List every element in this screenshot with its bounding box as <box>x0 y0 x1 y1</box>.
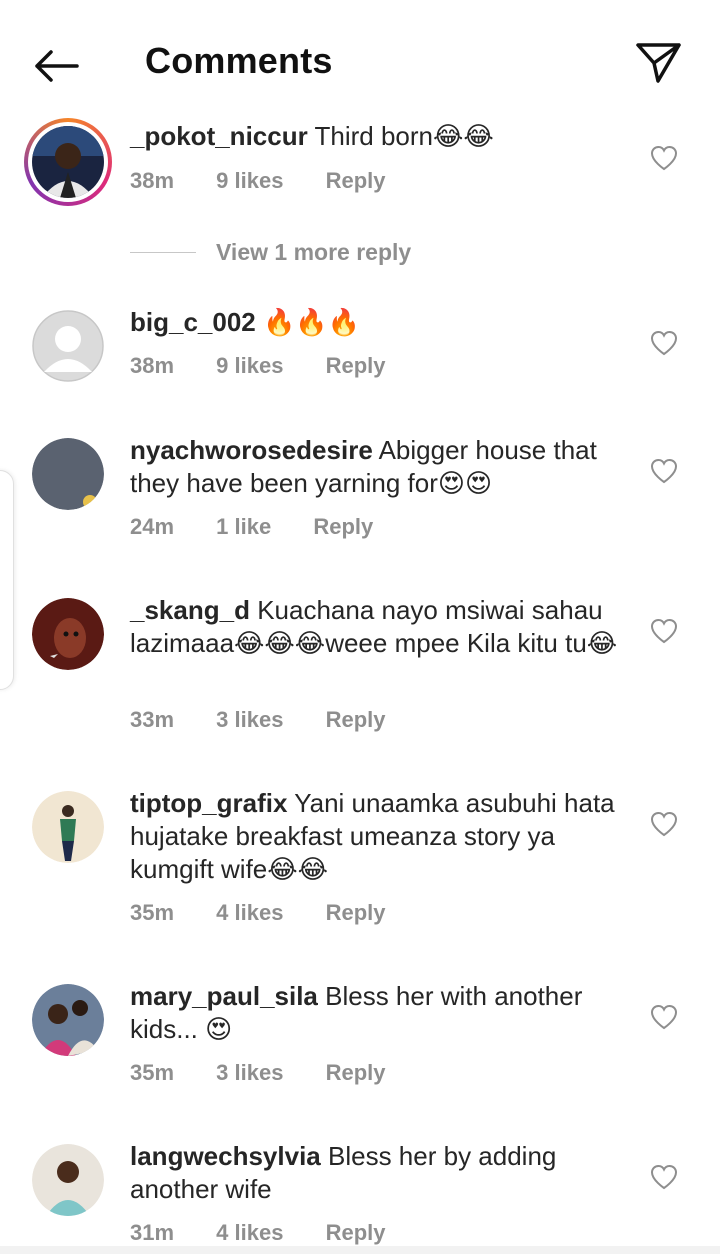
comment-username[interactable]: langwechsylvia <box>130 1141 321 1171</box>
avatar[interactable] <box>32 438 104 510</box>
heart-outline-icon[interactable] <box>650 1164 678 1190</box>
comment-likes[interactable]: 3 likes <box>216 1060 283 1086</box>
heart-outline-icon[interactable] <box>650 1004 678 1030</box>
comment-text: _skang_d Kuachana nayo msiwai sahau lazi… <box>130 594 625 660</box>
avatar-story-ring[interactable] <box>24 118 112 206</box>
comment-meta: 33m 3 likes Reply <box>130 707 422 733</box>
comment-username[interactable]: mary_paul_sila <box>130 981 318 1011</box>
page-title: Comments <box>145 40 333 81</box>
comment-time: 24m <box>130 514 175 539</box>
avatar[interactable] <box>32 791 104 863</box>
comment-body: Third born😂😂 <box>314 121 494 151</box>
comment-meta: 35m 3 likes Reply <box>130 1060 422 1086</box>
avatar[interactable] <box>32 1144 104 1216</box>
header-bar: Comments <box>0 0 720 120</box>
heart-outline-icon[interactable] <box>650 330 678 356</box>
avatar[interactable] <box>32 598 104 670</box>
comment-username[interactable]: _pokot_niccur <box>130 121 308 151</box>
comment-likes[interactable]: 4 likes <box>216 1220 283 1246</box>
comment-time: 33m <box>130 707 175 732</box>
heart-outline-icon[interactable] <box>650 145 678 171</box>
comment-username[interactable]: tiptop_grafix <box>130 788 287 818</box>
comment-username[interactable]: nyachworosedesire <box>130 435 373 465</box>
view-more-replies-label: View 1 more reply <box>216 238 412 265</box>
reply-button[interactable]: Reply <box>326 353 386 379</box>
paper-plane-icon <box>636 43 681 83</box>
comment-likes[interactable]: 1 like <box>216 514 271 540</box>
comment-meta: 38m 9 likes Reply <box>130 168 422 194</box>
comment-text: tiptop_grafix Yani unaamka asubuhi hata … <box>130 787 625 886</box>
comment-body: 🔥🔥🔥 <box>262 307 361 337</box>
comment-username[interactable]: big_c_002 <box>130 307 256 337</box>
share-button[interactable] <box>630 38 686 88</box>
reply-button[interactable]: Reply <box>326 1060 386 1086</box>
bottom-divider <box>0 1246 720 1254</box>
comment-meta: 38m 9 likes Reply <box>130 353 422 379</box>
comment-time: 38m <box>130 168 175 193</box>
avatar[interactable] <box>32 310 104 382</box>
heart-outline-icon[interactable] <box>650 458 678 484</box>
comment-text: nyachworosedesire Abigger house that the… <box>130 434 625 500</box>
heart-outline-icon[interactable] <box>650 618 678 644</box>
comment-time: 31m <box>130 1220 175 1245</box>
avatar <box>32 126 104 198</box>
view-more-replies[interactable]: View 1 more reply <box>130 236 411 268</box>
reply-button[interactable]: Reply <box>326 707 386 733</box>
comment-time: 38m <box>130 353 175 378</box>
comment-meta: 35m 4 likes Reply <box>130 900 422 926</box>
arrow-left-icon <box>35 50 79 82</box>
comment-text: mary_paul_sila Bless her with another ki… <box>130 980 625 1046</box>
reply-button[interactable]: Reply <box>326 900 386 926</box>
comment-text: langwechsylvia Bless her by adding anoth… <box>130 1140 625 1206</box>
reply-button[interactable]: Reply <box>326 1220 386 1246</box>
comment-meta: 31m 4 likes Reply <box>130 1220 422 1246</box>
comment-likes[interactable]: 3 likes <box>216 707 283 733</box>
comment-likes[interactable]: 9 likes <box>216 168 283 194</box>
comment-text: big_c_002 🔥🔥🔥 <box>130 306 625 339</box>
comment-likes[interactable]: 4 likes <box>216 900 283 926</box>
comment-username[interactable]: _skang_d <box>130 595 250 625</box>
edge-panel-handle[interactable] <box>0 470 14 690</box>
reply-button[interactable]: Reply <box>326 168 386 194</box>
divider-line <box>130 251 196 253</box>
comment-text: _pokot_niccur Third born😂😂 <box>130 120 625 153</box>
comment-time: 35m <box>130 900 175 925</box>
comment-time: 35m <box>130 1060 175 1085</box>
comment-likes[interactable]: 9 likes <box>216 353 283 379</box>
reply-button[interactable]: Reply <box>313 514 373 540</box>
avatar[interactable] <box>32 984 104 1056</box>
back-button[interactable] <box>30 40 82 92</box>
heart-outline-icon[interactable] <box>650 811 678 837</box>
comment-meta: 24m 1 like Reply <box>130 514 409 540</box>
